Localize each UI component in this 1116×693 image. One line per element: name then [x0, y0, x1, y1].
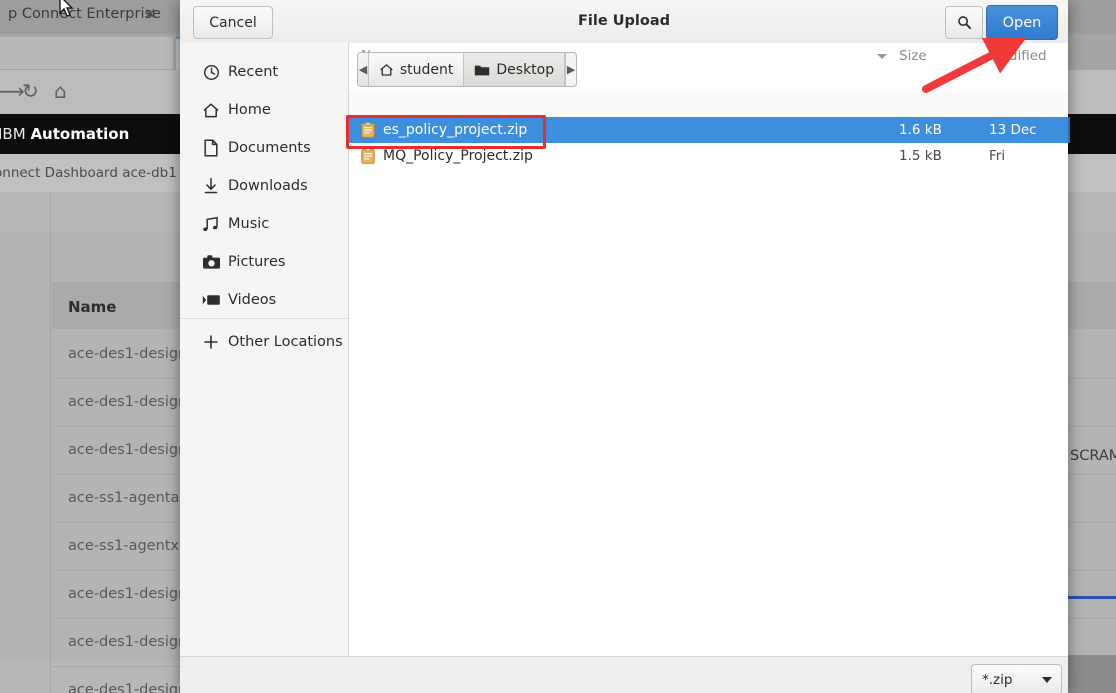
search-icon: [957, 15, 972, 30]
sidebar-item-downloads[interactable]: Downloads: [180, 167, 348, 205]
background-app-header-right: [1068, 114, 1116, 154]
cancel-button[interactable]: Cancel: [193, 6, 273, 39]
zip-file-icon: [361, 122, 375, 138]
sidebar-item-label: Recent: [228, 64, 278, 80]
reload-icon[interactable]: ↻: [22, 79, 39, 103]
background-table-header-name: Name: [68, 298, 116, 316]
dialog-title: File Upload: [180, 13, 1068, 29]
breadcrumb-label: student: [400, 62, 454, 78]
breadcrumb-desktop[interactable]: Desktop: [464, 53, 565, 86]
path-forward-button[interactable]: ▶: [565, 53, 576, 86]
plus-icon: [196, 334, 226, 350]
sidebar-item-label: Pictures: [228, 254, 285, 270]
sidebar-item-videos[interactable]: Videos: [180, 281, 348, 319]
sidebar-item-label: Home: [228, 102, 271, 118]
file-name-cell: es_policy_project.zip: [361, 122, 527, 138]
column-header-size[interactable]: Size: [899, 48, 927, 64]
sidebar-item-label: Downloads: [228, 178, 308, 194]
sort-descending-icon[interactable]: [877, 54, 887, 59]
sidebar-divider: [180, 318, 348, 319]
file-size-cell: 1.5 kB: [899, 148, 942, 164]
download-icon: [196, 177, 226, 195]
places-sidebar: Recent Home Documents Downloads: [180, 43, 349, 656]
camera-icon: [196, 254, 226, 270]
breadcrumb-label: Desktop: [496, 62, 554, 78]
table-row-name: ace-ss1-agentx: [68, 538, 179, 554]
home-icon: [379, 63, 394, 77]
screen-root: p Connect Enterprise ✕ ⟶ ↻ ⌂ IBM Automat…: [0, 0, 1116, 693]
background-browser-tab[interactable]: [0, 36, 174, 69]
folder-icon: [474, 63, 490, 77]
video-icon: [196, 293, 226, 307]
file-name-cell: MQ_Policy_Project.zip: [361, 148, 533, 164]
table-row-name: ace-des1-designe: [68, 682, 196, 693]
sidebar-item-label: Documents: [228, 140, 311, 156]
file-modified-cell: 13 Dec: [989, 122, 1037, 138]
arrow-forward-icon[interactable]: ⟶: [0, 79, 25, 103]
sidebar-item-pictures[interactable]: Pictures: [180, 243, 348, 281]
file-name-label: es_policy_project.zip: [383, 122, 527, 138]
background-divider: [50, 192, 51, 693]
background-accent-line: [1068, 596, 1116, 599]
table-row-name: ace-des1-designe: [68, 634, 196, 650]
background-brand-label: IBM Automation: [0, 125, 129, 143]
table-row-name: ace-des1-designe: [68, 394, 196, 410]
sidebar-item-recent[interactable]: Recent: [180, 53, 348, 91]
mouse-cursor-icon: [58, 0, 76, 20]
sidebar-item-label: Music: [228, 216, 269, 232]
breadcrumb-student[interactable]: student: [369, 53, 465, 86]
sidebar-item-label: Other Locations: [228, 334, 343, 350]
zip-file-icon: [361, 148, 375, 164]
brand-prefix: IBM: [0, 125, 30, 143]
file-name-label: MQ_Policy_Project.zip: [383, 148, 533, 164]
file-row[interactable]: es_policy_project.zip 1.6 kB 13 Dec: [349, 117, 1068, 143]
table-row-name: ace-des1-designe: [68, 442, 196, 458]
file-type-filter-label: *.zip: [982, 672, 1012, 688]
file-modified-cell: Fri: [989, 148, 1005, 164]
dialog-footer: *.zip: [180, 656, 1068, 693]
background-breadcrumb-text: onnect Dashboard ace-db1 | c: [0, 165, 197, 181]
file-size-cell: 1.6 kB: [899, 122, 942, 138]
sidebar-item-other-locations[interactable]: Other Locations: [180, 323, 348, 361]
path-back-button[interactable]: ◀: [358, 53, 369, 86]
file-list-header: [349, 91, 1068, 118]
table-row-name: ace-des1-designe: [68, 586, 196, 602]
sidebar-item-label: Videos: [228, 292, 276, 308]
home-icon: [196, 102, 226, 119]
search-button[interactable]: [945, 6, 983, 39]
sidebar-item-home[interactable]: Home: [180, 91, 348, 129]
home-icon[interactable]: ⌂: [54, 79, 67, 103]
background-tab-label: p Connect Enterprise: [8, 6, 161, 22]
clock-icon: [196, 64, 226, 81]
background-right-text: SCRAM: [1070, 448, 1116, 464]
breadcrumb-path-bar: ◀ student Desktop ▶: [357, 52, 577, 87]
table-row-name: ace-des1-designe: [68, 346, 196, 362]
file-type-filter-dropdown[interactable]: *.zip: [971, 664, 1062, 693]
chevron-down-icon: [1042, 677, 1052, 683]
sidebar-item-documents[interactable]: Documents: [180, 129, 348, 167]
sidebar-item-music[interactable]: Music: [180, 205, 348, 243]
document-icon: [196, 139, 226, 157]
open-button[interactable]: Open: [986, 5, 1058, 40]
table-row-name: ace-ss1-agenta: [68, 490, 179, 506]
background-bottom-strip: [1068, 655, 1116, 693]
file-upload-dialog: File Upload Cancel Open Recent Home: [180, 0, 1068, 693]
file-row[interactable]: MQ_Policy_Project.zip 1.5 kB Fri: [349, 143, 1068, 169]
close-icon[interactable]: ✕: [144, 5, 157, 23]
column-header-modified[interactable]: Modified: [989, 48, 1047, 64]
music-note-icon: [196, 216, 226, 233]
file-list: Name Size Modified es_policy_project.zip…: [349, 43, 1068, 656]
brand-bold: Automation: [30, 125, 129, 143]
